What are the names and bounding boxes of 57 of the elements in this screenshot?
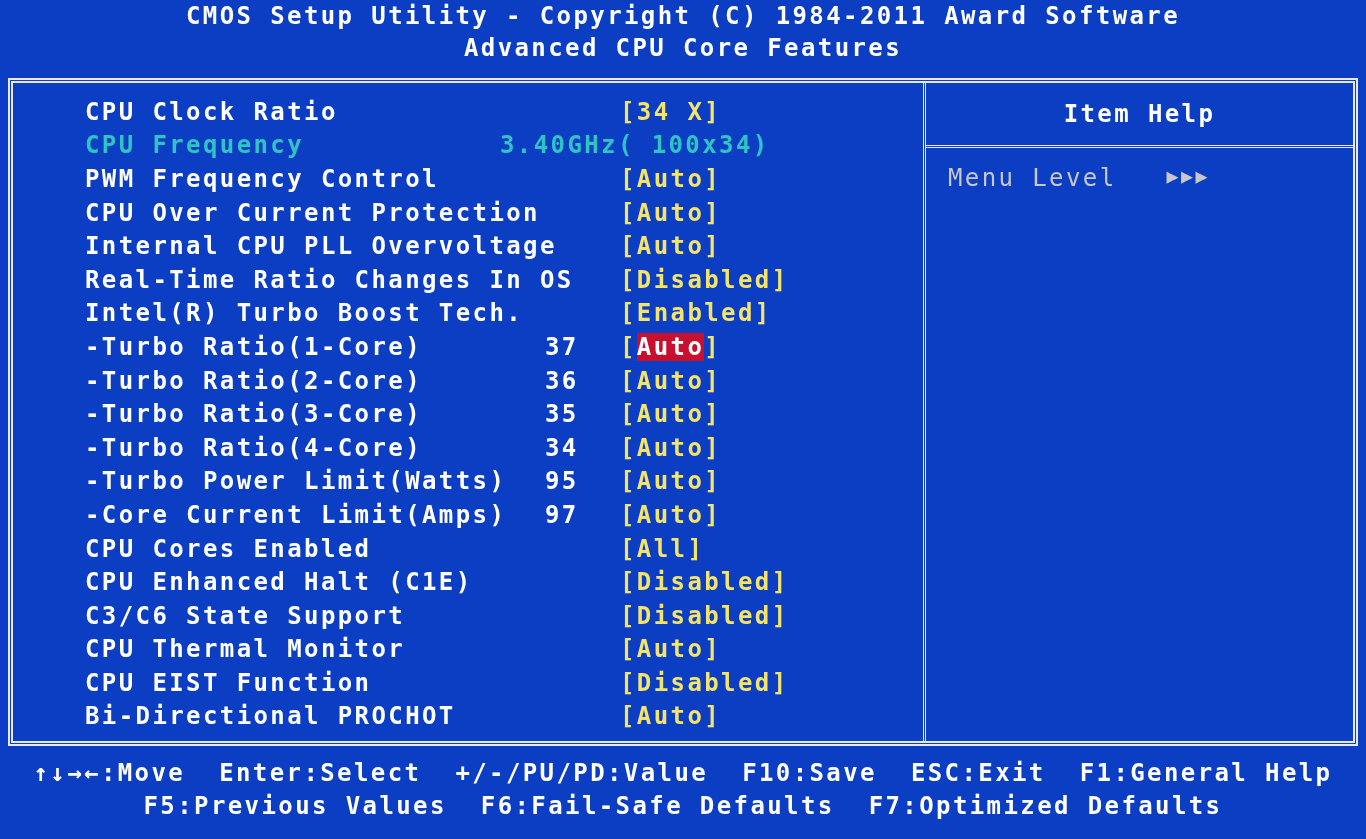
setting-value[interactable]: [Auto]	[620, 500, 722, 529]
setting-current-value: 97	[545, 500, 579, 529]
setting-value[interactable]: [Disabled]	[620, 668, 789, 697]
menu-level-marker: ▶▶▶	[1166, 164, 1210, 190]
key-hint: ↑↓→←:Move	[33, 757, 186, 789]
setting-label: -Core Current Limit(Amps)	[85, 500, 507, 529]
setting-value[interactable]: [34 X]	[620, 97, 722, 126]
key-hint: Enter:Select	[219, 757, 422, 789]
setting-value[interactable]: [Auto]	[620, 635, 722, 664]
setting-value[interactable]: [Auto]	[620, 433, 722, 462]
setting-current-value: 95	[545, 467, 579, 496]
setting-label: -Turbo Ratio(1-Core)	[85, 332, 422, 361]
setting-value[interactable]: [All]	[620, 534, 705, 563]
setting-current-value: 37	[545, 332, 579, 361]
setting-label: Intel(R) Turbo Boost Tech.	[85, 299, 524, 328]
setting-label: -Turbo Ratio(4-Core)	[85, 433, 422, 462]
setting-label: CPU Cores Enabled	[85, 534, 372, 563]
setting-value[interactable]: [Enabled]	[620, 299, 772, 328]
setting-current-value: 34	[545, 433, 579, 462]
key-hint: F10:Save	[742, 757, 877, 789]
setting-label: CPU Over Current Protection	[85, 198, 540, 227]
setting-label: CPU Clock Ratio	[85, 97, 338, 126]
setting-current-value: 35	[545, 400, 579, 429]
setting-current-value: 36	[545, 366, 579, 395]
setting-label: Internal CPU PLL Overvoltage	[85, 232, 557, 261]
setting-value[interactable]: [Disabled]	[620, 265, 789, 294]
key-hint: F1:General Help	[1079, 757, 1333, 789]
setting-value[interactable]: [Auto]	[620, 232, 722, 261]
setting-label: CPU Thermal Monitor	[85, 635, 406, 664]
key-hint: F6:Fail-Safe Defaults	[480, 790, 835, 822]
setting-label: C3/C6 State Support	[85, 601, 406, 630]
key-hint: F5:Previous Values	[143, 790, 447, 822]
window-title: CMOS Setup Utility - Copyright (C) 1984-2011 Award Software	[185, 1, 1181, 32]
menu-level-label: Menu Level	[948, 164, 1117, 192]
setting-label: CPU Enhanced Halt (C1E)	[85, 568, 473, 597]
setting-value[interactable]: [Auto]	[620, 467, 722, 496]
setting-label: PWM Frequency Control	[85, 165, 439, 193]
setting-label: -Turbo Ratio(3-Core)	[85, 400, 422, 429]
key-hint: F7:Optimized Defaults	[868, 790, 1223, 822]
page-title: Advanced CPU Core Features	[463, 33, 903, 64]
setting-label: CPU EIST Function	[85, 668, 372, 697]
setting-value[interactable]: [Disabled]	[620, 568, 789, 597]
setting-value: 3.40GHz( 100x34)	[500, 131, 770, 160]
help-title: Item Help	[926, 83, 1353, 148]
setting-value[interactable]: [Auto]	[620, 702, 722, 731]
setting-value[interactable]: [Auto]	[620, 366, 722, 395]
setting-label: -Turbo Ratio(2-Core)	[85, 366, 422, 395]
key-hint: ESC:Exit	[910, 757, 1046, 789]
setting-label: Real-Time Ratio Changes In OS	[85, 265, 574, 294]
setting-label: Bi-Directional PROCHOT	[85, 702, 456, 731]
setting-value[interactable]: [Auto]	[620, 198, 722, 227]
setting-value[interactable]: [Auto]	[620, 165, 722, 193]
setting-value[interactable]: [Disabled]	[620, 601, 789, 630]
setting-label: CPU Frequency	[85, 131, 305, 160]
setting-value[interactable]: [Auto]	[620, 400, 722, 429]
setting-label: -Turbo Power Limit(Watts)	[85, 467, 507, 496]
key-hint: +/-/PU/PD:Value	[455, 757, 709, 789]
